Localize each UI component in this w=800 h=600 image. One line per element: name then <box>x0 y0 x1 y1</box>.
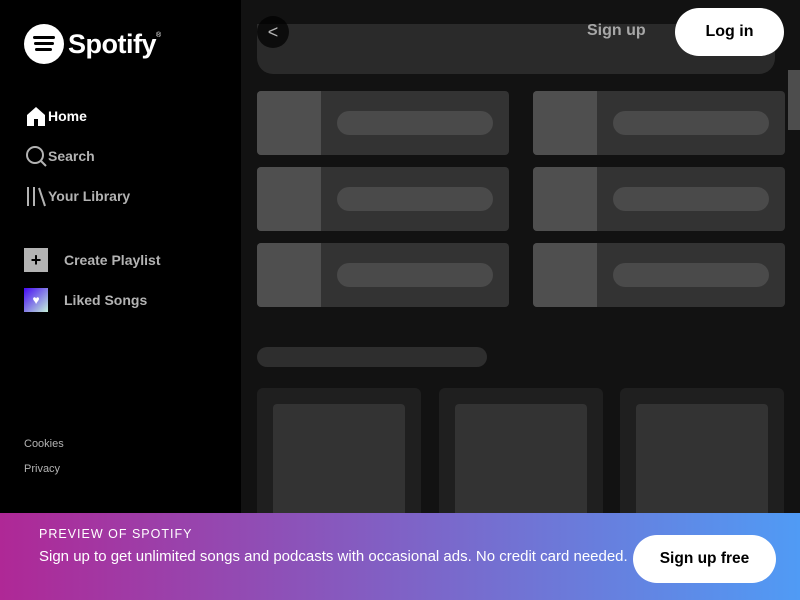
main-nav: Home Search Your Library <box>24 96 130 216</box>
tile-image-placeholder <box>257 167 321 231</box>
sidebar: Spotify ® Home Search Your Library + Cre… <box>0 0 241 600</box>
heart-icon: ♥ <box>24 288 48 312</box>
signup-free-button[interactable]: Sign up free <box>633 535 776 583</box>
main-content: < Sign up Log in <box>241 0 800 513</box>
spotify-logo-icon <box>24 24 64 64</box>
banner-title: PREVIEW OF SPOTIFY <box>39 527 193 541</box>
login-button[interactable]: Log in <box>675 8 784 56</box>
privacy-link[interactable]: Privacy <box>24 462 64 487</box>
tile-image-placeholder <box>533 243 597 307</box>
tile-text-placeholder <box>613 187 769 211</box>
nav-item-library[interactable]: Your Library <box>24 176 130 216</box>
nav-item-label: Home <box>48 108 87 124</box>
footer-links: Cookies Privacy <box>24 437 64 487</box>
shortcut-tile[interactable] <box>257 167 509 231</box>
plus-icon: + <box>24 248 48 272</box>
logo-wordmark: Spotify <box>68 28 157 59</box>
tile-image-placeholder <box>533 167 597 231</box>
tile-text-placeholder <box>337 111 493 135</box>
card-image-placeholder <box>455 404 587 513</box>
nav-item-search[interactable]: Search <box>24 136 130 176</box>
content-card[interactable] <box>439 388 603 513</box>
playlist-actions: + Create Playlist ♥ Liked Songs <box>24 240 161 320</box>
signup-link[interactable]: Sign up <box>587 22 646 40</box>
tile-text-placeholder <box>613 111 769 135</box>
create-playlist-label: Create Playlist <box>64 252 161 268</box>
chevron-left-icon: < <box>267 22 279 42</box>
library-icon <box>24 184 48 208</box>
search-icon <box>24 144 48 168</box>
shortcut-tile[interactable] <box>257 243 509 307</box>
tile-image-placeholder <box>257 243 321 307</box>
tile-image-placeholder <box>257 91 321 155</box>
shortcut-tile[interactable] <box>533 91 785 155</box>
back-button[interactable]: < <box>257 16 289 48</box>
top-bar: < Sign up Log in <box>241 0 800 64</box>
card-image-placeholder <box>273 404 405 513</box>
shortcut-tile[interactable] <box>533 243 785 307</box>
shortcut-tile[interactable] <box>533 167 785 231</box>
create-playlist-button[interactable]: + Create Playlist <box>24 240 161 280</box>
tile-text-placeholder <box>337 187 493 211</box>
nav-item-home[interactable]: Home <box>24 96 130 136</box>
content-card[interactable] <box>620 388 784 513</box>
cookies-link[interactable]: Cookies <box>24 437 64 462</box>
home-icon <box>24 104 48 128</box>
liked-songs-label: Liked Songs <box>64 292 148 308</box>
section-title-skeleton <box>257 347 487 367</box>
spotify-logo[interactable]: Spotify ® <box>24 24 161 64</box>
nav-item-label: Search <box>48 148 95 164</box>
tile-text-placeholder <box>613 263 769 287</box>
logo-trademark: ® <box>156 32 162 39</box>
content-card[interactable] <box>257 388 421 513</box>
nav-item-label: Your Library <box>48 188 131 204</box>
preview-banner: PREVIEW OF SPOTIFY Sign up to get unlimi… <box>0 513 800 600</box>
scrollbar[interactable] <box>788 70 800 130</box>
tile-text-placeholder <box>337 263 493 287</box>
liked-songs-button[interactable]: ♥ Liked Songs <box>24 280 161 320</box>
shortcut-tile[interactable] <box>257 91 509 155</box>
tile-image-placeholder <box>533 91 597 155</box>
card-image-placeholder <box>636 404 768 513</box>
banner-text: Sign up to get unlimited songs and podca… <box>39 548 628 565</box>
